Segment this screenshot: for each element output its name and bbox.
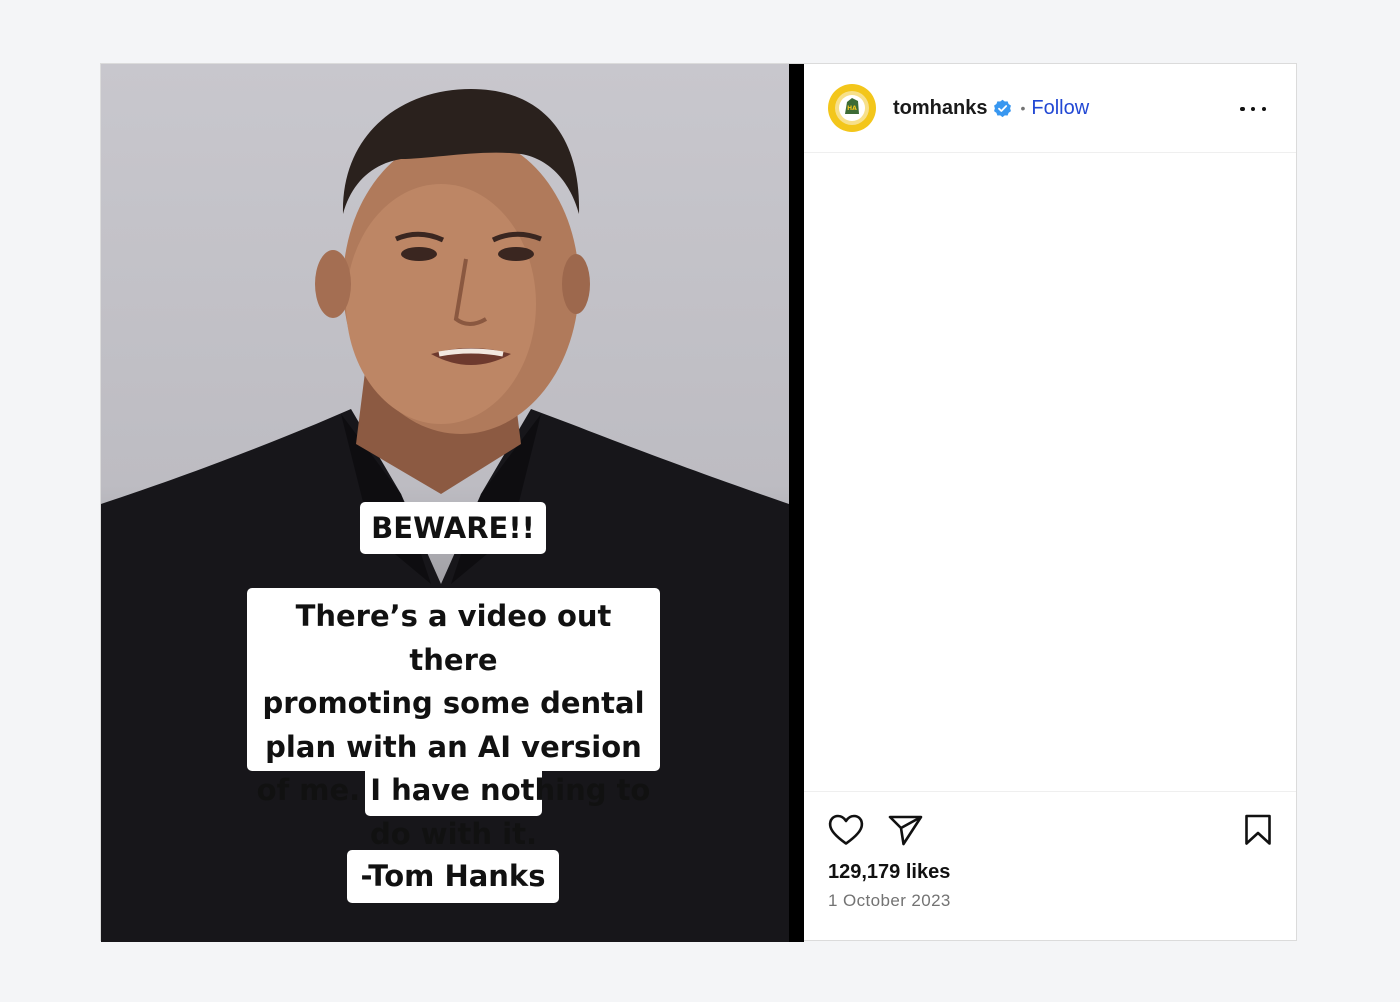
heart-outline-icon[interactable]: [828, 814, 864, 846]
post-actions: 129,179 likes 1 October 2023: [804, 791, 1296, 940]
post-date[interactable]: 1 October 2023: [828, 891, 951, 911]
username[interactable]: tomhanks: [893, 97, 987, 120]
caption-beware: BEWARE!!: [360, 502, 546, 554]
post-sidebar: HA tomhanks • Follow 129,179 likes 1 Oct…: [804, 64, 1296, 940]
post-media[interactable]: BEWARE!! There’s a video out there promo…: [101, 64, 804, 942]
comments-area: [804, 153, 1296, 791]
more-options-icon[interactable]: [1240, 97, 1266, 121]
caption-body: There’s a video out there promoting some…: [256, 599, 651, 851]
media-right-edge: [789, 64, 804, 942]
header-separator: •: [1020, 100, 1026, 116]
avatar-badge-icon: HA: [829, 85, 875, 131]
post-header: HA tomhanks • Follow: [804, 64, 1296, 153]
verified-badge-icon: [993, 99, 1012, 118]
caption-signature: -Tom Hanks: [347, 850, 559, 903]
paper-plane-icon[interactable]: [888, 814, 924, 846]
svg-text:HA: HA: [847, 105, 857, 112]
bookmark-outline-icon[interactable]: [1244, 814, 1272, 846]
likes-count[interactable]: 129,179 likes: [828, 861, 950, 884]
follow-button[interactable]: Follow: [1031, 97, 1089, 120]
avatar[interactable]: HA: [828, 84, 876, 132]
instagram-post: BEWARE!! There’s a video out there promo…: [100, 63, 1297, 942]
